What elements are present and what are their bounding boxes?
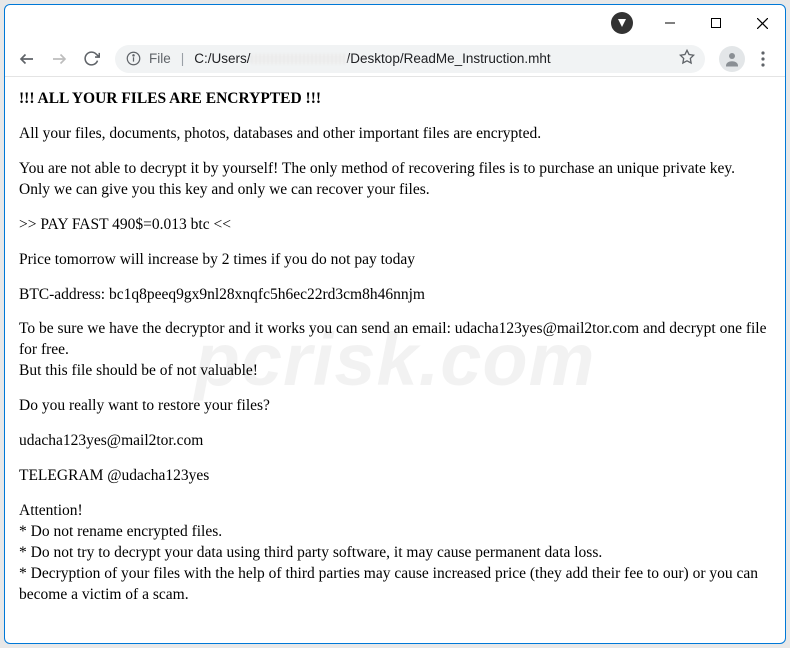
browser-window: ReadMe_Instruction.mht (4, 4, 786, 644)
reload-button[interactable] (77, 45, 105, 73)
ransom-p4: Price tomorrow will increase by 2 times … (19, 250, 771, 271)
ransom-p6b: But this file should be of not valuable! (19, 362, 258, 379)
profile-avatar[interactable] (719, 46, 745, 72)
ransom-p3: >> PAY FAST 490$=0.013 btc << (19, 215, 771, 236)
ransom-p10a: Attention! (19, 502, 83, 519)
tab-active[interactable]: ReadMe_Instruction.mht (13, 4, 223, 5)
ransom-heading: !!! ALL YOUR FILES ARE ENCRYPTED !!! (19, 90, 321, 107)
url-path-suffix: /Desktop/ReadMe_Instruction.mht (347, 51, 551, 66)
url-path-prefix: C:/Users/ (194, 51, 250, 66)
forward-button[interactable] (45, 45, 73, 73)
titlebar: ReadMe_Instruction.mht (5, 5, 785, 41)
maximize-button[interactable] (693, 8, 739, 38)
ransom-p10d: * Decryption of your files with the help… (19, 565, 758, 603)
ransom-p6a: To be sure we have the decryptor and it … (19, 320, 766, 358)
ransom-p8: udacha123yes@mail2tor.com (19, 431, 771, 452)
url-scheme-label: File (149, 51, 171, 66)
ransom-p9: TELEGRAM @udacha123yes (19, 466, 771, 487)
address-bar[interactable]: File | C:/Users/ /Desktop/ReadMe_Instruct… (115, 45, 705, 73)
redacted-username (251, 54, 347, 64)
site-info-icon[interactable] (125, 51, 141, 67)
back-button[interactable] (13, 45, 41, 73)
toolbar: File | C:/Users/ /Desktop/ReadMe_Instruct… (5, 41, 785, 77)
ransom-p5: BTC-address: bc1q8peeq9gx9nl28xnqfc5h6ec… (19, 285, 771, 306)
media-pill-icon[interactable] (611, 12, 633, 34)
ransom-p10c: * Do not try to decrypt your data using … (19, 544, 602, 561)
minimize-button[interactable] (647, 8, 693, 38)
ransom-p10b: * Do not rename encrypted files. (19, 523, 222, 540)
close-window-button[interactable] (739, 8, 785, 38)
ransom-p7: Do you really want to restore your files… (19, 396, 771, 417)
bookmark-star-icon[interactable] (679, 49, 695, 68)
ransom-p2a: You are not able to decrypt it by yourse… (19, 160, 735, 177)
window-controls (611, 5, 785, 41)
url-path: C:/Users/ /Desktop/ReadMe_Instruction.mht (194, 51, 550, 66)
ransom-p1: All your files, documents, photos, datab… (19, 124, 771, 145)
url-separator: | (181, 51, 185, 66)
page-content: pcrisk.com !!! ALL YOUR FILES ARE ENCRYP… (5, 77, 785, 643)
overflow-menu-button[interactable] (749, 45, 777, 73)
ransom-p2b: Only we can give you this key and only w… (19, 181, 430, 198)
